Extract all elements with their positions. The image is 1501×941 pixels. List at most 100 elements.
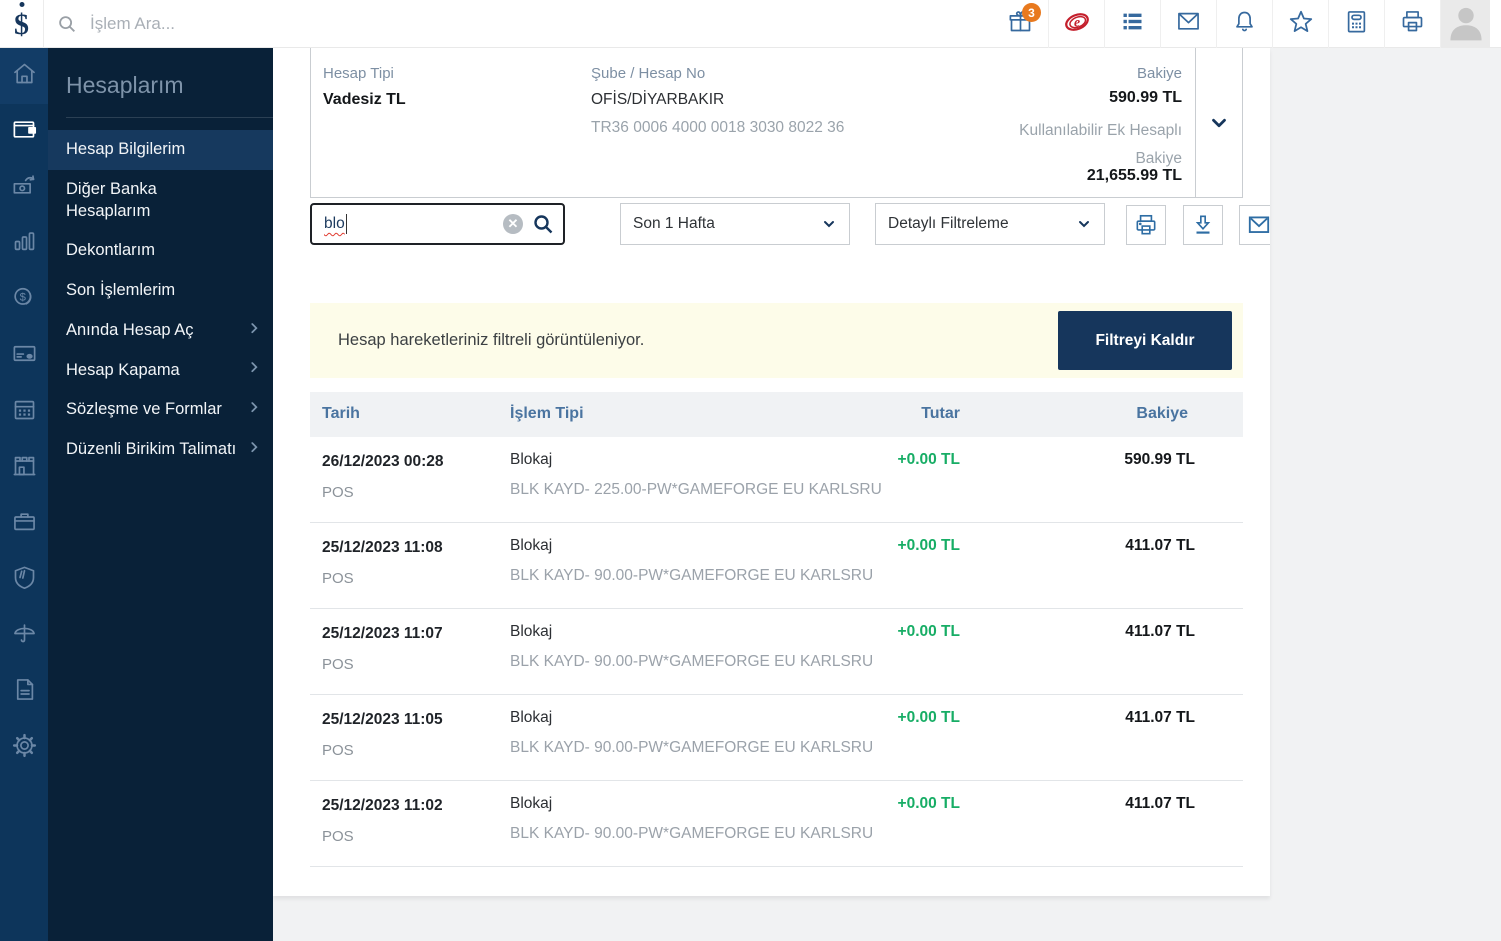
- balance-header: Bakiye: [1136, 65, 1182, 82]
- chevron-right-icon: [247, 399, 261, 421]
- transaction-date: 25/12/2023 11:05: [322, 711, 443, 728]
- sidebar-rail-item-money-transfer[interactable]: [0, 160, 48, 216]
- period-select[interactable]: Son 1 Hafta: [620, 203, 850, 245]
- transaction-date: 25/12/2023 11:07: [322, 625, 443, 642]
- sidebar-item-4[interactable]: Anında Hesap Aç: [48, 311, 273, 351]
- money-transfer-icon: [11, 172, 38, 204]
- available-balance: 21,655.99 TL: [1086, 167, 1182, 184]
- bell-icon: [1231, 8, 1258, 40]
- table-row[interactable]: 25/12/2023 11:02 POS Blokaj BLK KAYD- 90…: [310, 781, 1243, 867]
- sidebar-rail-item-calendar[interactable]: [0, 384, 48, 440]
- detailed-filter-select[interactable]: Detaylı Filtreleme: [875, 203, 1105, 245]
- sidebar-icon-rail: $: [0, 48, 48, 941]
- transaction-description: BLK KAYD- 90.00-PW*GAMEFORGE EU KARLSRU: [510, 739, 874, 756]
- list-button[interactable]: [1104, 0, 1160, 48]
- clear-search-icon[interactable]: ✕: [503, 214, 523, 234]
- sidebar-rail-item-branch[interactable]: [0, 440, 48, 496]
- transaction-balance: 590.99 TL: [1124, 451, 1195, 468]
- sidebar-rail-item-document[interactable]: [0, 664, 48, 720]
- global-search-placeholder: İşlem Ara...: [90, 13, 176, 33]
- transaction-amount: +0.00 TL: [897, 795, 960, 812]
- balance-column-header: Bakiye: [1136, 405, 1188, 422]
- divider: [66, 117, 273, 118]
- sidebar-item-6[interactable]: Sözleşme ve Formlar: [48, 390, 273, 430]
- transaction-type: Blokaj: [510, 795, 553, 812]
- transaction-search-input[interactable]: blo ✕: [310, 203, 565, 245]
- calculator-button[interactable]: [1328, 0, 1384, 48]
- chevron-right-icon: [247, 439, 261, 461]
- e-bank-logo-icon: e: [1062, 7, 1092, 42]
- transaction-date: 25/12/2023 11:08: [322, 539, 443, 556]
- sidebar-item-1[interactable]: Diğer Banka Hesaplarım: [48, 170, 273, 232]
- mail-button[interactable]: [1160, 0, 1216, 48]
- umbrella-icon: [11, 620, 38, 652]
- account-balance: 590.99 TL: [1109, 89, 1182, 106]
- sidebar-item-label: Diğer Banka Hesaplarım: [66, 179, 157, 220]
- transaction-description: BLK KAYD- 90.00-PW*GAMEFORGE EU KARLSRU: [510, 567, 874, 584]
- mail-icon: [1175, 8, 1202, 40]
- printer-icon: [1399, 8, 1426, 40]
- amount-column-header: Tutar: [921, 405, 960, 422]
- transaction-type: Blokaj: [510, 623, 553, 640]
- sidebar-rail-item-home[interactable]: [0, 48, 48, 104]
- printer-button[interactable]: [1384, 0, 1440, 48]
- transactions-table: Tarih İşlem Tipi Tutar Bakiye 26/12/2023…: [310, 392, 1243, 867]
- sidebar-item-2[interactable]: Dekontlarım: [48, 231, 273, 271]
- account-branch: OFİS/DİYARBAKIR: [591, 91, 725, 108]
- transaction-amount: +0.00 TL: [897, 451, 960, 468]
- sidebar-item-5[interactable]: Hesap Kapama: [48, 351, 273, 391]
- avatar: [1442, 0, 1490, 49]
- sidebar-rail-item-wallet[interactable]: [0, 104, 48, 160]
- main-content: Hesap Tipi Şube / Hesap No Bakiye Vadesi…: [273, 48, 1270, 896]
- sidebar-rail-item-briefcase[interactable]: [0, 496, 48, 552]
- sidebar-item-label: Düzenli Birikim Talimatı: [66, 440, 237, 459]
- download-button[interactable]: [1183, 205, 1223, 245]
- transaction-description: BLK KAYD- 90.00-PW*GAMEFORGE EU KARLSRU: [510, 653, 874, 670]
- svg-text:$: $: [19, 291, 26, 303]
- transaction-channel: POS: [322, 570, 354, 587]
- remove-filter-button[interactable]: Filtreyi Kaldır: [1058, 311, 1232, 370]
- search-text: blo: [324, 215, 345, 232]
- bank-logo[interactable]: $: [0, 0, 44, 48]
- wallet-icon: [11, 116, 38, 148]
- transaction-description: BLK KAYD- 90.00-PW*GAMEFORGE EU KARLSRU: [510, 825, 874, 842]
- transaction-balance: 411.07 TL: [1125, 537, 1195, 554]
- search-icon: [59, 15, 75, 32]
- top-bar: $ İşlem Ara... 3e: [0, 0, 1501, 48]
- printer-icon: [1136, 214, 1156, 235]
- transaction-description: BLK KAYD- 225.00-PW*GAMEFORGE EU KARLSRU: [510, 481, 882, 498]
- sidebar-rail-item-umbrella[interactable]: [0, 608, 48, 664]
- sidebar-item-label: Hesap Kapama: [66, 360, 180, 379]
- sidebar-rail-item-credit-card[interactable]: [0, 328, 48, 384]
- gift-button[interactable]: 3: [992, 0, 1048, 48]
- avatar[interactable]: [1440, 0, 1490, 48]
- sidebar-item-3[interactable]: Son İşlemlerim: [48, 271, 273, 311]
- transaction-channel: POS: [322, 484, 354, 501]
- transaction-balance: 411.07 TL: [1125, 623, 1195, 640]
- table-row[interactable]: 26/12/2023 00:28 POS Blokaj BLK KAYD- 22…: [310, 437, 1243, 523]
- filter-notice-message: Hesap hareketleriniz filtreli görüntülen…: [338, 331, 645, 349]
- sidebar-rail-item-shield[interactable]: [0, 552, 48, 608]
- expand-account-button[interactable]: [1195, 48, 1242, 197]
- table-row[interactable]: 25/12/2023 11:05 POS Blokaj BLK KAYD- 90…: [310, 695, 1243, 781]
- chevron-down-icon: [821, 216, 837, 232]
- chevron-down-icon: [1212, 118, 1226, 128]
- sidebar-title: Hesaplarım: [66, 72, 184, 98]
- bell-button[interactable]: [1216, 0, 1272, 48]
- e-bank-logo-button[interactable]: e: [1048, 0, 1104, 48]
- sidebar-rail-item-settings[interactable]: [0, 720, 48, 776]
- sidebar-item-0[interactable]: Hesap Bilgilerim: [48, 130, 273, 170]
- shield-icon: [11, 564, 38, 596]
- transaction-channel: POS: [322, 742, 354, 759]
- table-row[interactable]: 25/12/2023 11:07 POS Blokaj BLK KAYD- 90…: [310, 609, 1243, 695]
- global-search-input[interactable]: İşlem Ara...: [44, 13, 175, 35]
- print-button[interactable]: [1126, 205, 1166, 245]
- star-button[interactable]: [1272, 0, 1328, 48]
- sidebar-rail-item-coins[interactable]: $: [0, 272, 48, 328]
- email-button[interactable]: [1239, 205, 1270, 245]
- table-row[interactable]: 25/12/2023 11:08 POS Blokaj BLK KAYD- 90…: [310, 523, 1243, 609]
- search-submit-icon[interactable]: [531, 212, 555, 236]
- sidebar-item-7[interactable]: Düzenli Birikim Talimatı: [48, 430, 273, 470]
- sidebar-rail-item-bar-chart[interactable]: [0, 216, 48, 272]
- transaction-amount: +0.00 TL: [897, 537, 960, 554]
